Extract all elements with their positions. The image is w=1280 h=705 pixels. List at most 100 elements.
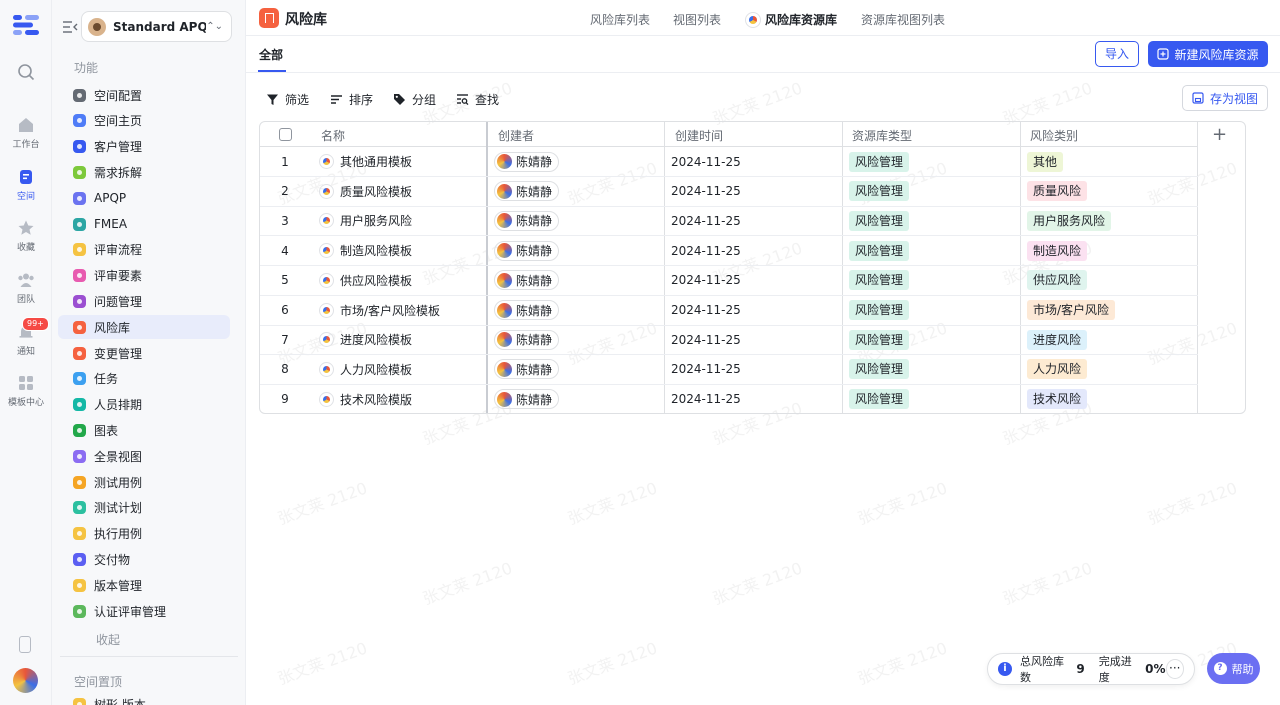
user-chip[interactable]: 陈婧静 [494, 359, 560, 380]
user-chip[interactable]: 陈婧静 [494, 181, 560, 202]
row-creator[interactable]: 陈婧静 [494, 266, 560, 295]
row-name[interactable]: 质量风险模板 [319, 177, 412, 206]
row-risk-category: 人力风险 [1027, 355, 1088, 384]
table-row[interactable]: 2 质量风险模板 陈婧静 2024-11-25 风险管理 质量风险 [260, 177, 1198, 207]
table-row[interactable]: 3 用户服务风险 陈婧静 2024-11-25 风险管理 用户服务风险 [260, 206, 1198, 237]
sidebar-item[interactable]: 版本管理 [58, 573, 230, 597]
sidebar-item[interactable]: 变更管理 [58, 341, 230, 365]
user-avatar[interactable] [13, 668, 38, 693]
table-row[interactable]: 5 供应风险模板 陈婧静 2024-11-25 风险管理 供应风险 [260, 266, 1198, 296]
tab-view-list[interactable]: 视图列表 [673, 11, 721, 28]
col-header-resource-type[interactable]: 资源库类型 [852, 127, 912, 144]
row-name[interactable]: 其他通用模板 [319, 147, 412, 176]
sidebar-item[interactable]: 任务 [58, 367, 230, 391]
row-name[interactable]: 进度风险模板 [319, 325, 412, 354]
sidebar-item[interactable]: 交付物 [58, 547, 230, 571]
group-button[interactable]: 分组 [393, 91, 436, 108]
sidebar-item[interactable]: 认证评审管理 [58, 599, 230, 623]
user-chip[interactable]: 陈婧静 [494, 300, 560, 320]
table-row[interactable]: 7 进度风险模板 陈婧静 2024-11-25 风险管理 进度风险 [260, 325, 1198, 356]
row-name[interactable]: 供应风险模板 [319, 266, 412, 295]
sidebar-item[interactable]: 测试用例 [58, 470, 230, 494]
mobile-icon[interactable] [19, 636, 31, 653]
row-resource-type: 风险管理 [849, 296, 910, 325]
row-name[interactable]: 市场/客户风险模板 [319, 296, 440, 325]
sidebar-item[interactable]: 评审流程 [58, 238, 230, 262]
import-button[interactable]: 导入 [1095, 41, 1139, 67]
sort-button[interactable]: 排序 [330, 91, 373, 108]
sidebar-item[interactable]: 空间主页 [58, 109, 230, 133]
col-header-risk-category[interactable]: 风险类别 [1030, 127, 1078, 144]
rail-team[interactable]: 团队 [0, 271, 52, 305]
row-creator[interactable]: 陈婧静 [494, 147, 560, 176]
row-name[interactable]: 人力风险模板 [319, 355, 412, 384]
col-header-created-time[interactable]: 创建时间 [675, 127, 723, 144]
row-creator[interactable]: 陈婧静 [494, 325, 560, 354]
col-header-name[interactable]: 名称 [321, 127, 345, 144]
sidebar-item[interactable]: 全景视图 [58, 444, 230, 468]
help-button[interactable]: ? 帮助 [1207, 653, 1260, 684]
sidebar-item[interactable]: 空间配置 [58, 83, 230, 107]
row-creator[interactable]: 陈婧静 [494, 206, 560, 235]
table-row[interactable]: 4 制造风险模板 陈婧静 2024-11-25 风险管理 制造风险 [260, 236, 1198, 267]
tab-risk-list[interactable]: 风险库列表 [590, 11, 650, 28]
filter-button[interactable]: 筛选 [266, 91, 309, 108]
col-header-creator[interactable]: 创建者 [498, 127, 534, 144]
sidebar-item[interactable]: APQP [58, 186, 230, 210]
rail-templates[interactable]: 模板中心 [0, 374, 52, 408]
tab-risk-resource[interactable]: 风险库资源库 [745, 11, 837, 28]
user-chip[interactable]: 陈婧静 [494, 210, 560, 231]
user-chip[interactable]: 陈婧静 [494, 329, 560, 350]
sidebar-item[interactable]: 人员排期 [58, 393, 230, 417]
sidebar-item[interactable]: FMEA [58, 212, 230, 236]
add-column-button[interactable]: + [1212, 124, 1227, 145]
space-selector[interactable]: Standard APQP... ⌃⌄ [81, 11, 232, 42]
tab-resource-view-list[interactable]: 资源库视图列表 [861, 11, 945, 28]
sidebar-item[interactable]: 测试计划 [58, 496, 230, 520]
row-creator[interactable]: 陈婧静 [494, 296, 560, 325]
row-name[interactable]: 技术风险模版 [319, 385, 412, 413]
find-button[interactable]: 查找 [456, 91, 499, 108]
row-creator[interactable]: 陈婧静 [494, 355, 560, 384]
sidebar-item[interactable]: 风险库 [58, 315, 230, 340]
category-tag: 进度风险 [1027, 329, 1088, 350]
sidebar-item[interactable]: 执行用例 [58, 522, 230, 546]
table-row[interactable]: 1 其他通用模板 陈婧静 2024-11-25 风险管理 其他 [260, 147, 1198, 177]
sidebar-item-icon [73, 372, 86, 386]
watermark-text: 张文莱 2120 [565, 478, 660, 529]
sidebar-item[interactable]: 需求拆解 [58, 160, 230, 184]
table-row[interactable]: 8 人力风险模板 陈婧静 2024-11-25 风险管理 人力风险 [260, 355, 1198, 385]
type-tag: 风险管理 [849, 270, 910, 291]
select-all-checkbox[interactable] [279, 128, 292, 141]
sidebar-item[interactable]: 问题管理 [58, 289, 230, 313]
rail-space[interactable]: 空间 [0, 168, 52, 202]
more-icon[interactable]: ··· [1165, 659, 1184, 679]
pinned-item[interactable]: 树形 版本 [58, 692, 230, 705]
sidebar-item[interactable]: 评审要素 [58, 264, 230, 288]
category-tag: 其他 [1027, 151, 1064, 172]
avatar [497, 154, 512, 169]
sidebar-item[interactable]: 图表 [58, 418, 230, 442]
save-view-button[interactable]: 存为视图 [1182, 85, 1268, 111]
user-chip[interactable]: 陈婧静 [494, 240, 560, 261]
tab-all[interactable]: 全部 [259, 46, 283, 63]
row-name[interactable]: 制造风险模板 [319, 236, 412, 265]
rail-favorites[interactable]: 收藏 [0, 219, 52, 253]
row-creator[interactable]: 陈婧静 [494, 385, 560, 413]
rail-workbench[interactable]: 工作台 [0, 116, 52, 150]
new-resource-button[interactable]: 新建风险库资源 [1148, 41, 1268, 67]
row-name[interactable]: 用户服务风险 [319, 206, 412, 235]
table-row[interactable]: 9 技术风险模版 陈婧静 2024-11-25 风险管理 技术风险 [260, 385, 1198, 413]
sidebar-item[interactable]: 客户管理 [58, 135, 230, 159]
resource-icon [319, 332, 334, 348]
collapse-sidebar-icon[interactable] [62, 20, 78, 34]
row-creator[interactable]: 陈婧静 [494, 236, 560, 265]
app-logo-icon[interactable] [13, 14, 39, 36]
table-row[interactable]: 6 市场/客户风险模板 陈婧静 2024-11-25 风险管理 市场/客户风险 [260, 296, 1198, 326]
user-chip[interactable]: 陈婧静 [494, 151, 560, 172]
row-creator[interactable]: 陈婧静 [494, 177, 560, 206]
rail-search[interactable] [0, 63, 52, 84]
user-chip[interactable]: 陈婧静 [494, 270, 560, 291]
collapse-link[interactable]: 收起 [96, 631, 120, 648]
user-chip[interactable]: 陈婧静 [494, 389, 560, 410]
